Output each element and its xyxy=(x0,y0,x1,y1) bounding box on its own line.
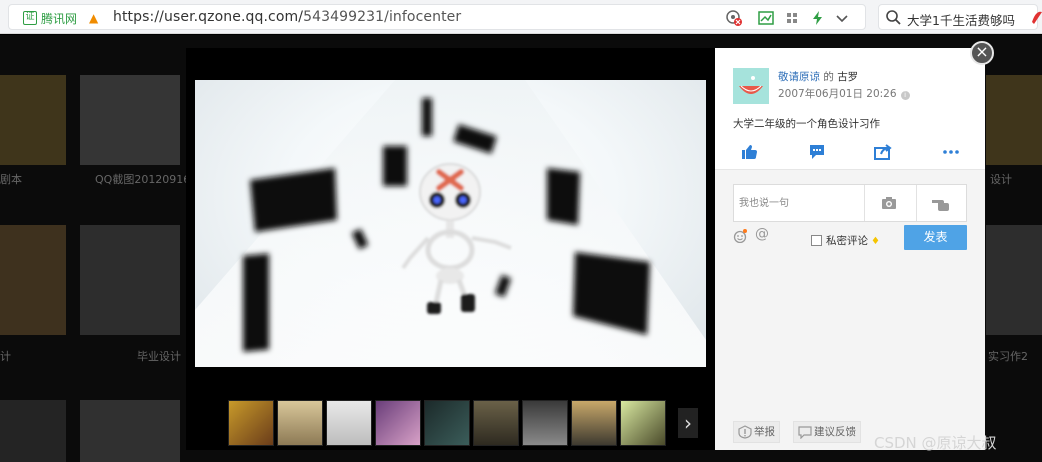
film-thumbnail[interactable] xyxy=(620,400,666,446)
browser-toolbar: 证 腾讯网 ▲ https://user.qzone.qq.com/543499… xyxy=(0,0,1042,34)
divider xyxy=(864,185,865,221)
search-icon xyxy=(886,10,901,25)
upload-time-text: 2007年06月01日 20:26 xyxy=(778,88,897,100)
report-label: 举报 xyxy=(754,426,775,438)
bg-caption: 实习作2 xyxy=(988,350,1028,363)
main-photo[interactable] xyxy=(195,80,706,367)
private-checkbox[interactable] xyxy=(811,235,822,246)
film-thumbnail[interactable] xyxy=(277,400,323,446)
search-text: 大学1千生活费够吗 xyxy=(907,13,1015,28)
avatar[interactable] xyxy=(733,68,769,104)
mention-icon[interactable]: @ xyxy=(755,226,769,242)
feedback-label: 建议反馈 xyxy=(814,426,856,438)
comment-box xyxy=(733,184,967,222)
emoji-icon[interactable] xyxy=(733,229,747,243)
watermark: CSDN @原谅大叔 xyxy=(874,434,997,452)
photo-author-line: 敬请原谅 的 古罗 xyxy=(778,69,858,84)
diamond-icon: ♦ xyxy=(871,236,880,247)
bg-caption: 剧本 xyxy=(0,173,22,186)
photo-viewer: › xyxy=(186,48,716,450)
bg-thumbnail[interactable] xyxy=(986,225,1042,335)
film-thumbnail[interactable] xyxy=(473,400,519,446)
certificate-icon[interactable]: 证 xyxy=(23,11,37,25)
bg-caption: QQ截图20120916 xyxy=(95,173,191,186)
feedback-button[interactable]: 建议反馈 xyxy=(793,421,861,443)
like-icon[interactable] xyxy=(740,144,760,160)
block-icon[interactable] xyxy=(725,9,743,27)
film-thumbnail[interactable] xyxy=(571,400,617,446)
url-host: https://user.qzone.qq.com/ xyxy=(113,9,304,25)
photo-meta: 敬请原谅 的 古罗 2007年06月01日 20:26 i 大学二年级的一个角色设… xyxy=(715,48,985,170)
warning-icon[interactable]: ▲ xyxy=(89,11,98,25)
photo-description: 大学二年级的一个角色设计习作 xyxy=(733,118,880,130)
more-icon[interactable] xyxy=(941,144,961,160)
photo-info-panel: 敬请原谅 的 古罗 2007年06月01日 20:26 i 大学二年级的一个角色设… xyxy=(715,48,985,450)
camera-icon[interactable] xyxy=(880,194,898,212)
feedback-icon xyxy=(798,426,812,439)
bg-caption: 计 xyxy=(0,350,11,363)
site-name: 腾讯网 xyxy=(41,12,78,26)
upload-time: 2007年06月01日 20:26 i xyxy=(778,86,910,101)
report-icon xyxy=(738,425,752,439)
close-button[interactable]: × xyxy=(970,41,994,65)
film-thumbnail[interactable] xyxy=(228,400,274,446)
bg-thumbnail[interactable] xyxy=(80,75,180,165)
bg-thumbnail[interactable] xyxy=(80,400,180,462)
grid-icon[interactable] xyxy=(783,9,801,27)
private-label: 私密评论 xyxy=(826,235,868,247)
share-icon[interactable] xyxy=(873,144,893,160)
photo-render xyxy=(195,80,706,367)
bg-caption: 设计 xyxy=(990,173,1012,186)
bg-caption: 毕业设计 xyxy=(137,350,181,363)
author-separator: 的 xyxy=(820,71,838,83)
hand-icon[interactable] xyxy=(930,194,952,212)
bg-thumbnail[interactable] xyxy=(986,75,1042,165)
extension-icon[interactable] xyxy=(1030,8,1042,26)
film-thumbnail[interactable] xyxy=(522,400,568,446)
comment-icon[interactable] xyxy=(807,144,827,160)
url-path: 543499231/infocenter xyxy=(303,9,462,25)
filmstrip-next-button[interactable]: › xyxy=(678,408,698,438)
comment-input[interactable] xyxy=(734,185,864,221)
report-button[interactable]: 举报 xyxy=(733,421,780,443)
author-link[interactable]: 敬请原谅 xyxy=(778,71,820,83)
divider xyxy=(916,185,917,221)
film-thumbnail[interactable] xyxy=(326,400,372,446)
url-text[interactable]: https://user.qzone.qq.com/543499231/info… xyxy=(113,9,461,25)
bg-thumbnail[interactable] xyxy=(80,225,180,335)
send-button[interactable]: 发表 xyxy=(904,225,967,250)
bg-thumbnail[interactable] xyxy=(0,400,66,462)
address-bar[interactable]: 证 腾讯网 ▲ https://user.qzone.qq.com/543499… xyxy=(8,4,866,30)
film-thumbnail[interactable] xyxy=(424,400,470,446)
album-link[interactable]: 古罗 xyxy=(837,71,858,83)
bg-thumbnail[interactable] xyxy=(0,225,66,335)
lightning-icon[interactable] xyxy=(809,9,827,27)
search-box[interactable]: 大学1千生活费够吗 xyxy=(878,4,1038,30)
bg-thumbnail[interactable] xyxy=(0,75,66,165)
film-thumbnail[interactable] xyxy=(375,400,421,446)
private-comment-toggle[interactable]: 私密评论 ♦ xyxy=(811,233,880,248)
chevron-down-icon[interactable] xyxy=(833,9,851,27)
info-icon[interactable]: i xyxy=(900,91,910,100)
screenshot-icon[interactable] xyxy=(757,9,775,27)
